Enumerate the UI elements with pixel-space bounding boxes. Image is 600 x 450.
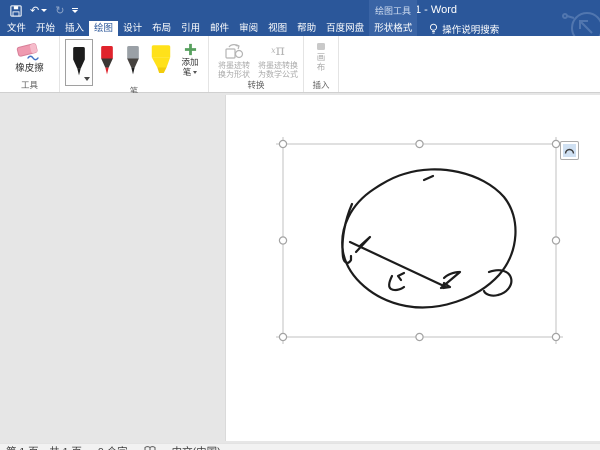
- ink-to-math-label-line1: 将墨迹转换: [258, 61, 298, 70]
- handle-top-left: [279, 140, 286, 147]
- eraser-button[interactable]: 橡皮擦: [11, 38, 49, 74]
- document-area: [0, 93, 600, 443]
- ink-mouth: [389, 276, 404, 290]
- undo-dropdown-caret[interactable]: [41, 9, 47, 12]
- ribbon-group-convert: 将墨迹转 换为形状 xπ 将墨迹转换 为数学公式 转换: [209, 36, 304, 92]
- group-label-insert: 插入: [312, 80, 329, 92]
- ink-top-notch: [424, 176, 433, 180]
- window-chrome: ↶ ↻ 文档1 - Word 绘图工具 文件 开始 插入 绘图 设计 布局 引用: [0, 0, 600, 36]
- add-pen-label-line2: 笔: [183, 68, 192, 78]
- ink-to-math-button[interactable]: xπ 将墨迹转换 为数学公式: [258, 38, 298, 79]
- handle-mid-left: [279, 237, 286, 244]
- word-window: ↶ ↻ 文档1 - Word 绘图工具 文件 开始 插入 绘图 设计 布局 引用: [0, 0, 600, 450]
- save-icon: [10, 5, 22, 17]
- tab-shape-format[interactable]: 形状格式: [369, 21, 417, 36]
- tab-baidu-netdisk[interactable]: 百度网盘: [321, 21, 369, 36]
- pencil-icon: [123, 43, 143, 79]
- pencil-button[interactable]: [121, 38, 145, 79]
- tab-view[interactable]: 视图: [263, 21, 292, 36]
- tab-draw[interactable]: 绘图: [89, 21, 118, 36]
- tab-home[interactable]: 开始: [31, 21, 60, 36]
- highlighter-button[interactable]: [147, 38, 175, 79]
- tab-design[interactable]: 设计: [118, 21, 147, 36]
- ink-to-shape-button[interactable]: 将墨迹转 换为形状: [214, 38, 254, 79]
- layout-options-icon: [563, 144, 576, 157]
- selection-border: [276, 137, 563, 344]
- group-label-convert: 转换: [247, 80, 264, 92]
- canvas-label-char2: 布: [317, 62, 326, 72]
- black-pen-icon: [69, 44, 89, 80]
- handle-top-center: [416, 140, 423, 147]
- tab-references[interactable]: 引用: [176, 21, 205, 36]
- tab-help[interactable]: 帮助: [292, 21, 321, 36]
- handle-top-right: [552, 140, 559, 147]
- tell-me-search[interactable]: 操作说明搜索: [429, 21, 499, 36]
- add-pen-button[interactable]: 添加 笔: [177, 38, 203, 77]
- ribbon-draw-tab-content: 橡皮擦 工具: [0, 36, 600, 93]
- tab-file[interactable]: 文件: [2, 21, 31, 36]
- ink-to-shape-label-line1: 将墨迹转: [218, 61, 250, 70]
- tell-me-label: 操作说明搜索: [442, 22, 499, 36]
- black-pen-button[interactable]: [65, 39, 93, 86]
- eraser-icon: [15, 41, 45, 61]
- add-pen-caret-icon: [193, 71, 197, 74]
- tab-layout[interactable]: 布局: [147, 21, 176, 36]
- tab-review[interactable]: 审阅: [234, 21, 263, 36]
- group-label-tools: 工具: [21, 80, 38, 92]
- ink-selection-overlay: [0, 93, 600, 443]
- canvas-label-char1: 画: [317, 52, 326, 62]
- redo-icon: ↻: [55, 5, 64, 16]
- lightbulb-icon: [429, 23, 438, 35]
- ink-nose-check: [398, 273, 404, 280]
- title-bar: ↶ ↻ 文档1 - Word: [0, 0, 600, 21]
- customize-caret-icon: [72, 10, 78, 13]
- proofing-status[interactable]: [144, 446, 156, 450]
- handle-bottom-right: [552, 333, 559, 340]
- tab-insert[interactable]: 插入: [60, 21, 89, 36]
- handle-bottom-left: [279, 333, 286, 340]
- tab-mailings[interactable]: 邮件: [205, 21, 234, 36]
- ribbon-group-tools: 橡皮擦 工具: [0, 36, 60, 92]
- word-count-status[interactable]: 0 个字: [98, 446, 128, 450]
- ribbon-group-insert: 画 布 插入: [304, 36, 339, 92]
- status-bar: 第 1 页，共 1 页 0 个字 中文(中国): [0, 443, 600, 450]
- redo-button[interactable]: ↻: [55, 5, 64, 16]
- ink-right-ear: [484, 270, 511, 295]
- ink-sketch-face[interactable]: [342, 169, 515, 307]
- pen-options-caret[interactable]: [84, 77, 90, 81]
- customize-quick-access-button[interactable]: [72, 8, 78, 13]
- handle-bottom-center: [416, 333, 423, 340]
- ink-to-shape-icon: [225, 43, 244, 60]
- red-pen-button[interactable]: [95, 38, 119, 79]
- page-number-status[interactable]: 第 1 页，共 1 页: [6, 446, 82, 450]
- language-status[interactable]: 中文(中国): [172, 446, 221, 450]
- contextual-tab-header: 绘图工具: [369, 0, 417, 21]
- layout-options-button[interactable]: [560, 141, 579, 160]
- quick-access-toolbar: ↶ ↻: [0, 5, 78, 17]
- red-pen-icon: [97, 43, 117, 79]
- ribbon-tab-row: 文件 开始 插入 绘图 设计 布局 引用 邮件 审阅 视图 帮助 百度网盘 形状…: [0, 21, 600, 36]
- add-pen-plus-icon: [184, 43, 197, 56]
- ink-line-end-loop: [443, 283, 450, 288]
- drawing-canvas-button[interactable]: 画 布: [309, 38, 333, 72]
- proofing-book-icon: [144, 446, 156, 450]
- eraser-label: 橡皮擦: [15, 64, 44, 74]
- ink-to-shape-label-line2: 换为形状: [218, 70, 250, 79]
- highlighter-icon: [149, 43, 173, 79]
- undo-button[interactable]: ↶: [30, 5, 47, 16]
- ribbon-group-pens: 添加 笔 笔: [60, 36, 209, 92]
- drawing-canvas-icon: [316, 42, 326, 51]
- handle-mid-right: [552, 237, 559, 244]
- ink-to-math-icon: xπ: [271, 41, 285, 61]
- undo-icon: ↶: [30, 5, 39, 16]
- ribbon-empty-space: [339, 36, 600, 92]
- ink-to-math-label-line2: 为数学公式: [258, 70, 298, 79]
- ink-glasses-line: [350, 242, 446, 287]
- save-button[interactable]: [10, 5, 22, 17]
